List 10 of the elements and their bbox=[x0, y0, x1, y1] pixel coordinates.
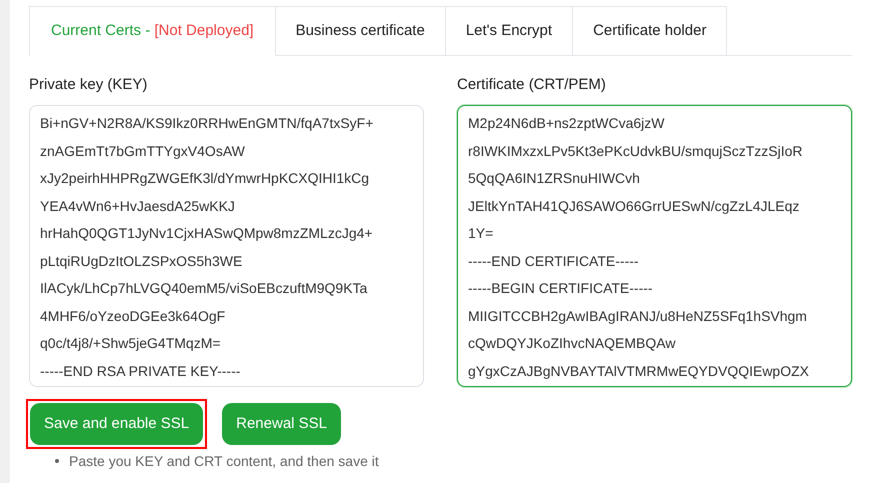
text-area[interactable]: Bi+nGV+N2R8A/KS9Ikz0RRHwEnGMTN/fqA7txSyF+ znAGEmTt7bGmTTYgxV4OsAW xJy2peirhHHPRgZWGEfK3l/dYmwrHpKCXQIHI1kCg YEA4vWn6+HvJaesdA25wKKJ hrHahQ0QGT1JyNv1CjxHASwQMpw8mzZMLzcJg4+ pLtqiRUgDzItOLZSPxOS5h3WE IlACyk/LhCp7hLVGQ40emM5/viSoEBczuftM9Q9KTa 4MHF6/oYzeoDGEe3k64OgF q0c/t4j8/+Shw5jeG4TMqzM= -----END RSA PRIVATE KEY----- bbox=[29, 105, 424, 387]
tab[interactable]: Certificate holder bbox=[573, 6, 728, 56]
tab[interactable]: Business certificate bbox=[276, 6, 446, 56]
tab[interactable]: Let's Encrypt bbox=[446, 6, 574, 56]
tab[interactable]: Current Certs - [Not Deployed] bbox=[29, 6, 276, 56]
field-label: Certificate (CRT/PEM) bbox=[457, 75, 606, 95]
help-note: Paste you KEY and CRT content, and then save it bbox=[69, 452, 379, 471]
bullet-icon bbox=[55, 459, 59, 463]
field-label: Private key (KEY) bbox=[29, 75, 148, 95]
text-area[interactable]: M2p24N6dB+ns2zptWCva6jzW r8IWKIMxzxLPv5Kt3ePKcUdvkBU/smqujSczTzzSjIoR 5QqQA6IN1ZRSnuHIWCvh JEltkYnTAH41QJ6SAWO66GrrUESwN/cgZzL4JLEqz 1Y= -----END CERTIFICATE----- -----BEGIN CERTIFICATE----- MIIGITCCBH2gAwIBAgIRANJ/u8HeNZ5SFq1hSVhgm cQwDQYJKoZIhvcNAQEMBQAw gYgxCzAJBgNVBAYTAlVTMRMwEQYDVQQIEwpOZX bbox=[457, 105, 852, 387]
